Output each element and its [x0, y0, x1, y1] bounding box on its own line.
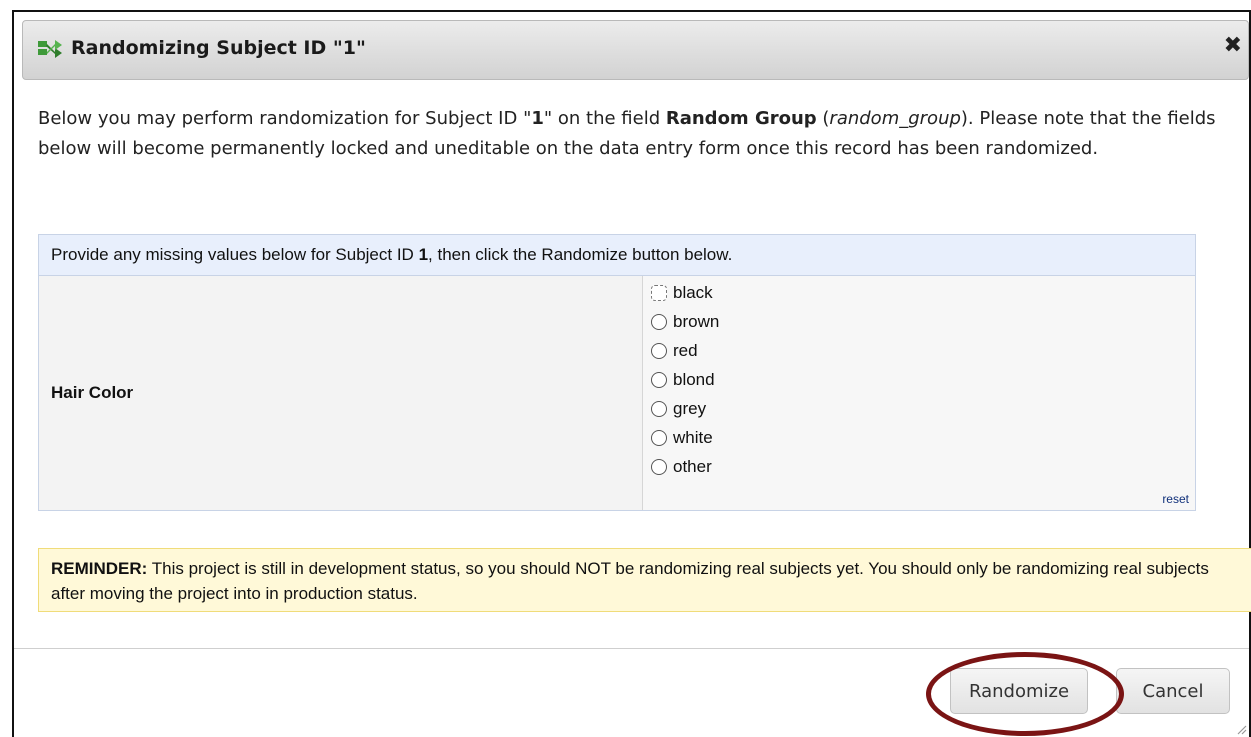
resize-grip-icon[interactable] — [1235, 723, 1247, 735]
randomization-dialog: Randomizing Subject ID "1" ✖ Below you m… — [12, 10, 1251, 737]
option-label: blond — [673, 369, 715, 389]
radio-button[interactable] — [651, 429, 667, 446]
option-label: white — [673, 427, 713, 447]
option-label: brown — [673, 311, 720, 331]
form-header: Provide any missing values below for Sub… — [39, 235, 1195, 276]
form-header-id: 1 — [418, 245, 429, 264]
radio-option-black[interactable]: black — [651, 278, 713, 307]
footer-divider — [14, 648, 1249, 649]
dialog-title: Randomizing Subject ID "1" — [71, 37, 366, 59]
radio-button[interactable] — [651, 313, 667, 330]
reminder-text: This project is still in development sta… — [51, 559, 1209, 603]
option-label: other — [673, 456, 712, 476]
shuffle-icon — [38, 40, 62, 58]
radio-button[interactable] — [651, 342, 667, 359]
radio-option-other[interactable]: other — [651, 452, 712, 481]
cancel-button[interactable]: Cancel — [1116, 668, 1230, 714]
close-icon[interactable]: ✖ — [1224, 33, 1242, 58]
radio-option-blond[interactable]: blond — [651, 365, 715, 394]
radio-option-brown[interactable]: brown — [651, 307, 719, 336]
randomize-button[interactable]: Randomize — [950, 668, 1088, 714]
intro-subject-id: 1 — [531, 108, 544, 129]
reset-link[interactable]: reset — [1162, 492, 1189, 506]
intro-part1: Below you may perform randomization for … — [38, 108, 532, 129]
form-header-part2: , then click the Randomize button below. — [428, 245, 733, 264]
radio-button[interactable] — [651, 371, 667, 388]
radio-button[interactable] — [651, 400, 667, 417]
hair-color-row: Hair Color black brown red blond grey wh… — [39, 276, 1195, 510]
option-label: black — [673, 282, 713, 302]
randomization-form: Provide any missing values below for Sub… — [38, 234, 1196, 511]
option-label: grey — [673, 398, 707, 418]
radio-button[interactable] — [651, 284, 667, 301]
hair-color-options: black brown red blond grey white other r… — [643, 276, 1195, 510]
radio-option-grey[interactable]: grey — [651, 394, 706, 423]
intro-field-var: random_group — [829, 108, 961, 129]
reminder-label: REMINDER: — [51, 559, 148, 578]
intro-part3: ( — [816, 108, 830, 129]
intro-text: Below you may perform randomization for … — [38, 104, 1218, 164]
radio-option-red[interactable]: red — [651, 336, 698, 365]
intro-field-label: Random Group — [665, 108, 817, 129]
option-label: red — [673, 340, 698, 360]
radio-button[interactable] — [651, 458, 667, 475]
intro-part2: " on the field — [543, 108, 666, 129]
form-header-part1: Provide any missing values below for Sub… — [51, 245, 419, 264]
field-label: Hair Color — [39, 276, 643, 510]
dialog-titlebar[interactable]: Randomizing Subject ID "1" ✖ — [22, 20, 1249, 80]
radio-option-white[interactable]: white — [651, 423, 713, 452]
reminder-box: REMINDER: This project is still in devel… — [38, 548, 1251, 612]
